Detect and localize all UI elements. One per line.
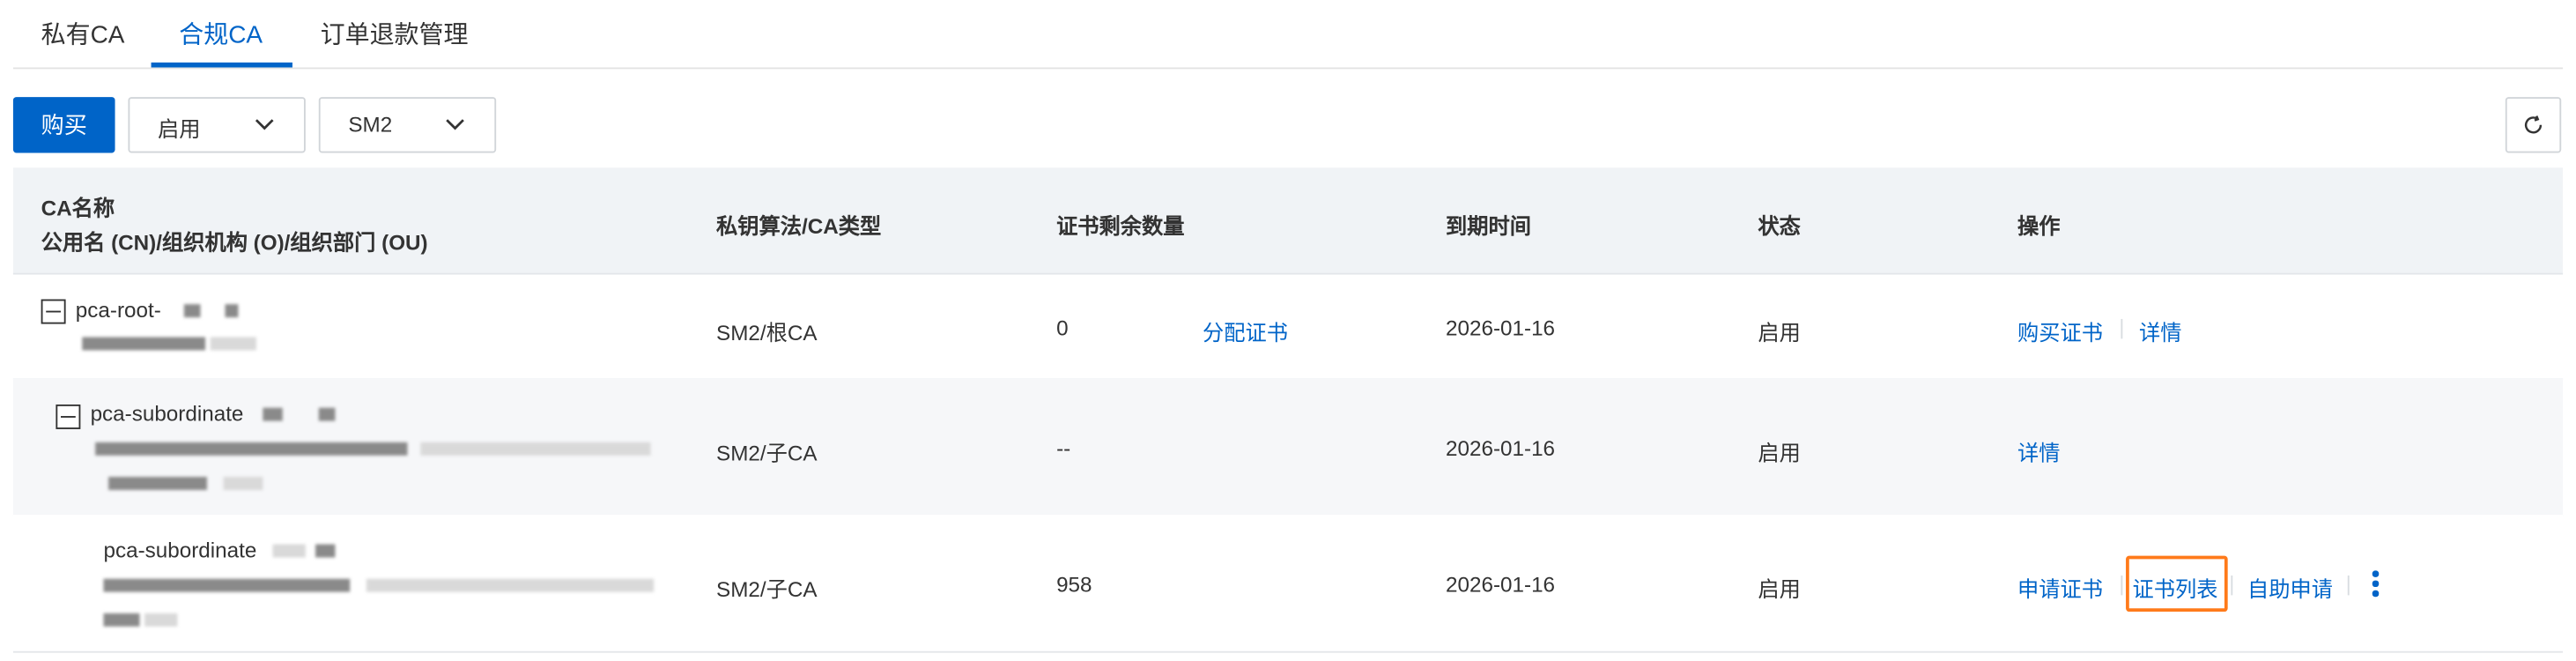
header-ca-name: CA名称 — [41, 196, 115, 221]
more-options-icon[interactable] — [2372, 570, 2379, 600]
redacted-text — [225, 304, 239, 318]
redacted-text — [183, 304, 201, 318]
header-algorithm: 私钥算法/CA类型 — [716, 213, 882, 239]
compliance-ca-page: 私有CA 合规CA 订单退款管理 购买 启用 SM2 CA名称 公用名 (CN)… — [0, 0, 2576, 661]
details-link[interactable]: 详情 — [2139, 316, 2182, 346]
ca-remaining: 0 — [1056, 316, 1069, 341]
cert-list-link[interactable]: 证书列表 — [2133, 572, 2218, 603]
ca-name: pca-subordinate — [103, 538, 257, 563]
ca-algorithm: SM2/子CA — [716, 576, 818, 602]
assign-cert-link[interactable]: 分配证书 — [1203, 316, 1288, 346]
redacted-subject — [82, 337, 206, 351]
tab-bar: 私有CA 合规CA 订单退款管理 — [12, 0, 2564, 70]
ca-expiry: 2026-01-16 — [1446, 316, 1556, 341]
refresh-button[interactable] — [2505, 97, 2562, 153]
status-filter-value: 启用 — [158, 116, 201, 142]
details-link[interactable]: 详情 — [2017, 435, 2061, 466]
redacted-subject — [103, 578, 351, 592]
redacted-subject — [366, 578, 655, 592]
tab-private-ca[interactable]: 私有CA — [41, 17, 125, 51]
redacted-subject — [223, 477, 263, 490]
status-filter-select[interactable]: 启用 — [128, 97, 306, 153]
ca-status: 启用 — [1758, 441, 1801, 465]
ca-status: 启用 — [1758, 320, 1801, 345]
redacted-subject — [95, 442, 408, 456]
redacted-text — [315, 544, 336, 558]
algorithm-filter-value: SM2 — [348, 111, 393, 137]
header-remaining: 证书剩余数量 — [1056, 213, 1185, 239]
ca-name: pca-root- — [75, 297, 161, 323]
redacted-subject — [144, 613, 178, 627]
redacted-subject — [420, 442, 651, 456]
active-tab-indicator — [151, 62, 292, 68]
header-ca-subject: 公用名 (CN)/组织机构 (O)/组织部门 (OU) — [41, 230, 428, 256]
chevron-down-icon — [255, 119, 274, 130]
chevron-down-icon — [446, 119, 464, 130]
tab-compliance-ca[interactable]: 合规CA — [179, 17, 263, 51]
table-row: pca-subordinate SM2/子CA 958 2026-01-16 启… — [12, 514, 2564, 653]
redacted-subject — [103, 613, 140, 627]
ca-expiry: 2026-01-16 — [1446, 435, 1556, 461]
ca-algorithm: SM2/根CA — [716, 320, 818, 345]
redacted-subject — [108, 477, 207, 490]
redacted-subject — [210, 337, 256, 351]
tab-order-refund[interactable]: 订单退款管理 — [321, 17, 469, 51]
ca-expiry: 2026-01-16 — [1446, 572, 1556, 598]
action-divider — [2347, 575, 2350, 596]
action-divider — [2231, 575, 2233, 596]
ca-algorithm: SM2/子CA — [716, 441, 818, 465]
redacted-text — [318, 407, 336, 421]
collapse-icon[interactable] — [56, 404, 81, 429]
ca-status: 启用 — [1758, 576, 1801, 602]
collapse-icon[interactable] — [41, 299, 66, 324]
table-row: pca-subordinate SM2/子CA -- 2026-01-16 启用… — [12, 378, 2564, 516]
action-divider — [2121, 318, 2123, 339]
buy-button[interactable]: 购买 — [12, 97, 115, 153]
header-actions: 操作 — [2017, 213, 2061, 239]
table-header: CA名称 公用名 (CN)/组织机构 (O)/组织部门 (OU) 私钥算法/CA… — [12, 167, 2564, 275]
action-divider — [2121, 575, 2123, 596]
apply-cert-link[interactable]: 申请证书 — [2017, 572, 2103, 603]
ca-remaining: 958 — [1056, 572, 1092, 598]
table-row: pca-root- SM2/根CA 0 分配证书 2026-01-16 启用 购… — [12, 274, 2564, 380]
buy-cert-link[interactable]: 购买证书 — [2017, 316, 2103, 346]
redacted-text — [263, 407, 283, 421]
header-expiry: 到期时间 — [1446, 213, 1532, 239]
algorithm-filter-select[interactable]: SM2 — [318, 97, 497, 153]
refresh-icon — [2524, 115, 2543, 134]
redacted-text — [272, 544, 306, 558]
ca-remaining: -- — [1056, 435, 1071, 461]
self-apply-link[interactable]: 自助申请 — [2247, 572, 2333, 603]
ca-name: pca-subordinate — [90, 401, 244, 427]
header-status: 状态 — [1758, 213, 1801, 239]
